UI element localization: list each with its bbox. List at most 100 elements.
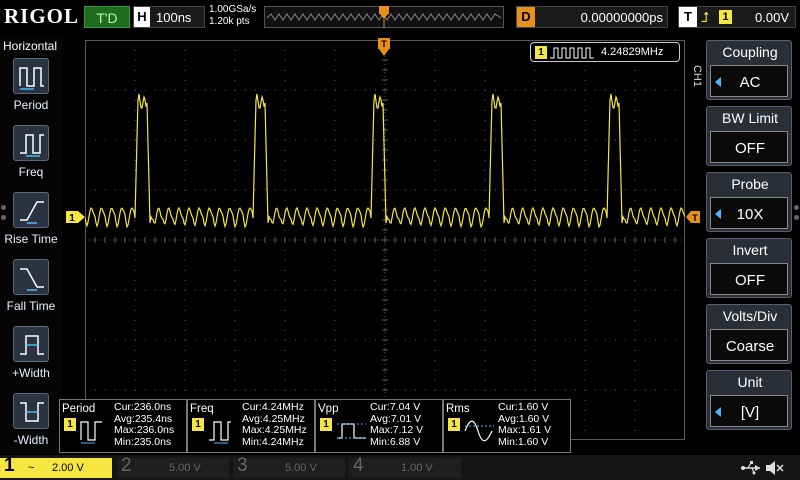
invert-value-box: OFF [710, 263, 788, 295]
channel-number: 1 [4, 455, 15, 476]
bw-limit-menu-button[interactable]: BW Limit OFF [706, 106, 792, 166]
trigger-position-marker[interactable]: T [378, 38, 390, 58]
run-stop-status[interactable]: T'D [84, 6, 130, 28]
measurement-name: Vpp [318, 403, 339, 415]
speaker-muted-icon[interactable] [764, 459, 784, 477]
unit-title: Unit [737, 374, 763, 390]
trigger-indicator[interactable]: T ⮥ 1 0.00V [678, 6, 796, 28]
volts-div-title: Volts/Div [722, 308, 778, 324]
graticule [85, 40, 685, 440]
ch1-offset-label: 1 [69, 213, 75, 223]
measure-positive-width-label: +Width [12, 366, 50, 380]
rigol-logo: RIGOL [4, 4, 80, 28]
channel-scale: 5.00 V [285, 462, 317, 474]
measurement-values: Cur:7.04 V Avg:7.01 V Max:7.12 V Min:6.8… [370, 401, 424, 448]
menu-page-dot [794, 215, 799, 220]
trigger-position-label: T [381, 39, 387, 49]
measurement-current: Cur:4.24MHz [242, 401, 304, 413]
vpp-measure-icon [337, 423, 366, 439]
measurement-current: Cur:236.0ns [114, 401, 172, 413]
measurement-channel-badge: 1 [448, 418, 460, 431]
channel-4-status[interactable]: 4 1.00 V [349, 456, 461, 478]
ac-coupling-icon: ~ [28, 462, 35, 474]
timebase-indicator[interactable]: H 100ns [133, 6, 205, 28]
measure-negative-width-label: -Width [13, 433, 49, 447]
measurement-channel-badge: 1 [192, 418, 204, 431]
measurement-min: Min:235.0ns [114, 435, 172, 448]
measurement-name: Rms [446, 403, 470, 415]
measurement-values: Cur:1.60 V Avg:1.60 V Max:1.61 V Min:1.6… [498, 401, 552, 448]
bw-limit-value-box: OFF [710, 131, 788, 163]
measure-positive-width-button[interactable]: +Width [3, 326, 59, 388]
channel-scale: 1.00 V [401, 462, 433, 474]
measurement-channel-badge: 1 [64, 418, 76, 431]
delay-key: D [517, 7, 535, 27]
fall-time-icon [13, 259, 49, 295]
trigger-level-label: T [692, 213, 698, 223]
horizontal-measure-menu: Horizontal Period Freq Rise Time Fall Ti… [0, 36, 62, 454]
usb-icon [741, 461, 760, 475]
unit-menu-button[interactable]: Unit [V] [706, 370, 792, 430]
ch1-offset-marker[interactable]: 1 [66, 211, 86, 223]
measurement-current: Cur:1.60 V [498, 401, 549, 413]
bw-limit-value: OFF [735, 140, 765, 157]
invert-value: OFF [735, 272, 765, 289]
measurement-vpp[interactable]: Vpp 1 Cur:7.04 V Avg:7.01 V Max:7.12 V M… [315, 399, 443, 453]
measurement-freq[interactable]: Freq 1 Cur:4.24MHz Avg:4.25MHz Max:4.25M… [187, 399, 315, 453]
frequency-counter[interactable]: 1 4.24829MHz [530, 42, 680, 62]
coupling-value: AC [739, 74, 761, 91]
probe-value-box: 10X [710, 197, 788, 229]
measure-period-button[interactable]: Period [3, 58, 59, 120]
measure-freq-button[interactable]: Freq [3, 125, 59, 187]
invert-menu-button[interactable]: Invert OFF [706, 238, 792, 298]
channel-2-status[interactable]: 2 5.00 V [117, 456, 229, 478]
memory-depth: 1.20k pts [209, 16, 250, 27]
channel-scale: 5.00 V [169, 462, 201, 474]
period-icon [13, 58, 49, 94]
delay-indicator[interactable]: D 0.00000000ps [516, 6, 668, 28]
trigger-key: T [679, 7, 697, 27]
volts-div-value-box: Coarse [710, 329, 788, 361]
measure-rise-time-label: Rise Time [4, 232, 58, 246]
counter-value: 4.24829MHz [601, 46, 664, 58]
channel-1-status[interactable]: 1 ~ 2.00 V [0, 455, 112, 478]
measure-rise-time-button[interactable]: Rise Time [3, 192, 59, 254]
waveform-display[interactable] [85, 40, 685, 440]
measurement-max: Max:1.61 V [498, 424, 552, 436]
sample-rate-info: 1.00GSa/s 1.20k pts [209, 4, 256, 28]
channel-menu-label: CH1 [691, 64, 704, 88]
trigger-level-marker[interactable]: T [686, 211, 700, 223]
channel-number: 3 [237, 455, 248, 476]
positive-width-icon [13, 326, 49, 362]
probe-menu-button[interactable]: Probe 10X [706, 172, 792, 232]
timebase-value: 100ns [156, 10, 192, 25]
measurement-min: Min:4.24MHz [242, 435, 304, 448]
coupling-value-box: AC [710, 65, 788, 97]
measure-period-label: Period [13, 98, 49, 112]
unit-value: [V] [740, 404, 760, 421]
volts-div-menu-button[interactable]: Volts/Div Coarse [706, 304, 792, 364]
measurement-rms[interactable]: Rms 1 Cur:1.60 V Avg:1.60 V Max:1.61 V M… [443, 399, 571, 453]
sample-rate: 1.00GSa/s [209, 4, 257, 15]
delay-value: 0.00000000ps [580, 10, 663, 25]
rms-measure-icon [464, 420, 494, 442]
measurement-name: Period [62, 403, 96, 415]
measurement-max: Max:7.12 V [370, 424, 424, 436]
measure-negative-width-button[interactable]: -Width [3, 393, 59, 455]
menu-title: Horizontal [3, 39, 58, 53]
coupling-menu-button[interactable]: Coupling AC [706, 40, 792, 100]
measurement-period[interactable]: Period 1 Cur:236.0ns Avg:235.4ns Max:236… [59, 399, 187, 453]
negative-width-icon [13, 393, 49, 429]
measurement-values: Cur:4.24MHz Avg:4.25MHz Max:4.25MHz Min:… [242, 401, 307, 448]
memory-trigger-marker [379, 6, 389, 28]
memory-overview-bar [264, 6, 504, 28]
measure-fall-time-label: Fall Time [6, 299, 56, 313]
bw-limit-title: BW Limit [722, 110, 778, 126]
menu-page-dot [1, 205, 6, 210]
menu-page-dot [1, 215, 6, 220]
measurement-max: Max:236.0ns [114, 424, 175, 436]
measure-fall-time-button[interactable]: Fall Time [3, 259, 59, 321]
channel-3-status[interactable]: 3 5.00 V [233, 455, 345, 478]
measurement-name: Freq [190, 403, 214, 415]
frequency-measure-icon [209, 421, 231, 444]
